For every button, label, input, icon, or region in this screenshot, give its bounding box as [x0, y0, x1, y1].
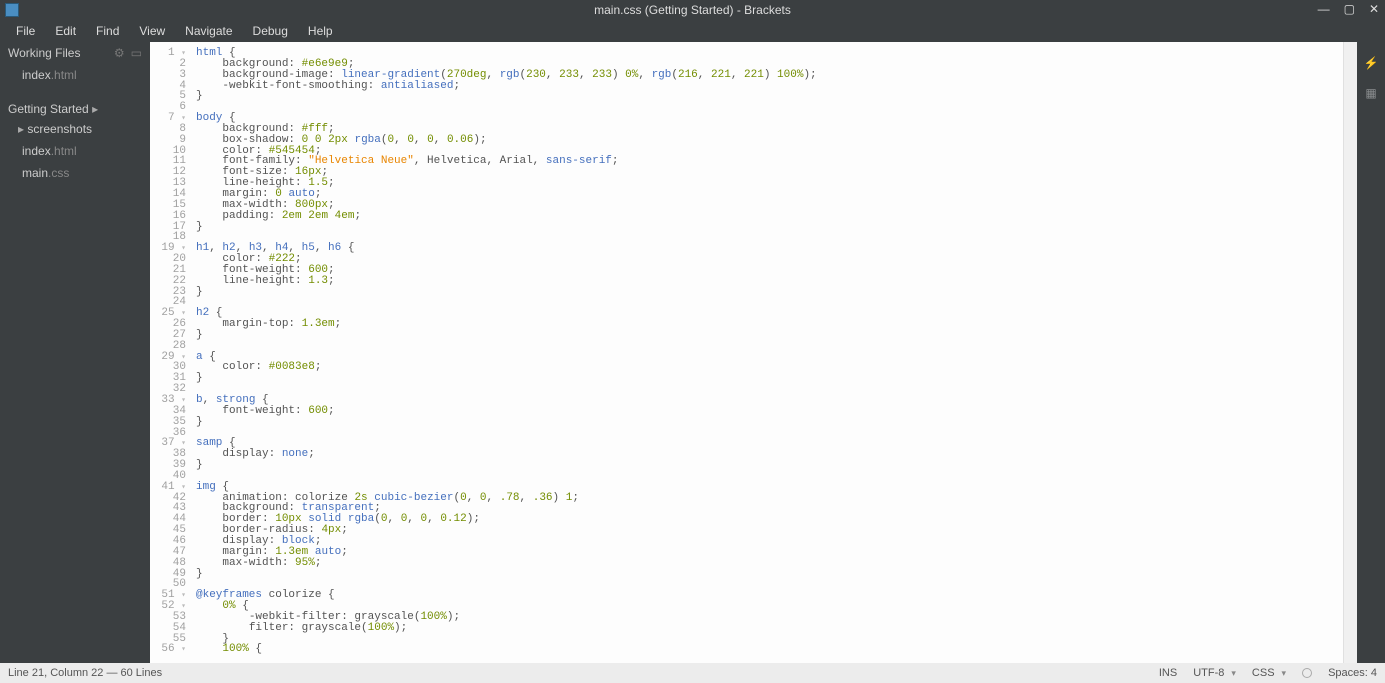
language-selector[interactable]: CSS [1252, 667, 1286, 679]
working-files-header[interactable]: Working Files ⚙ ▭ [0, 42, 150, 64]
encoding-selector[interactable]: UTF-8 [1193, 667, 1236, 679]
menu-view[interactable]: View [131, 22, 173, 40]
chevron-right-icon: ▸ [18, 122, 27, 136]
project-label: Getting Started [8, 102, 89, 116]
split-icon[interactable]: ▭ [131, 46, 142, 60]
menu-find[interactable]: Find [88, 22, 127, 40]
indent-selector[interactable]: Spaces: 4 [1328, 667, 1377, 679]
app-logo-icon [5, 3, 19, 17]
lint-status-icon[interactable] [1302, 668, 1312, 678]
extensions-icon[interactable]: ▦ [1365, 86, 1376, 100]
statusbar: Line 21, Column 22 — 60 Lines INS UTF-8 … [0, 663, 1385, 683]
menu-edit[interactable]: Edit [47, 22, 84, 40]
file-item[interactable]: main.css [0, 162, 150, 184]
code-area[interactable]: html { background: #e6e9e9; background-i… [190, 42, 1343, 663]
maximize-button[interactable]: ▢ [1344, 2, 1355, 16]
menu-help[interactable]: Help [300, 22, 341, 40]
folder-item[interactable]: ▸ screenshots [0, 118, 150, 140]
titlebar: main.css (Getting Started) - Brackets — … [0, 0, 1385, 20]
file-item[interactable]: index.html [0, 140, 150, 162]
scrollbar[interactable] [1343, 42, 1357, 663]
menubar: FileEditFindViewNavigate DebugHelp [0, 20, 1385, 42]
gear-icon[interactable]: ⚙ [114, 46, 125, 60]
line-gutter: 1 ▾234567 ▾8910111213141516171819 ▾20212… [150, 42, 190, 663]
project-header[interactable]: Getting Started ▸ [0, 100, 150, 118]
sidebar: Working Files ⚙ ▭ index.html Getting Sta… [0, 42, 150, 663]
window-title: main.css (Getting Started) - Brackets [594, 3, 791, 17]
close-button[interactable]: ✕ [1369, 2, 1379, 16]
right-toolbar: ⚡ ▦ [1357, 42, 1385, 663]
live-preview-icon[interactable]: ⚡ [1364, 56, 1379, 70]
insert-mode[interactable]: INS [1159, 667, 1177, 679]
editor[interactable]: 1 ▾234567 ▾8910111213141516171819 ▾20212… [150, 42, 1357, 663]
chevron-right-icon: ▸ [92, 102, 98, 116]
working-files-label: Working Files [8, 46, 80, 60]
menu-file[interactable]: File [8, 22, 43, 40]
menu-navigate[interactable]: Navigate [177, 22, 240, 40]
working-file[interactable]: index.html [0, 64, 150, 86]
menu-debug[interactable]: Debug [245, 22, 296, 40]
minimize-button[interactable]: — [1318, 2, 1330, 16]
cursor-position[interactable]: Line 21, Column 22 — 60 Lines [8, 667, 162, 679]
